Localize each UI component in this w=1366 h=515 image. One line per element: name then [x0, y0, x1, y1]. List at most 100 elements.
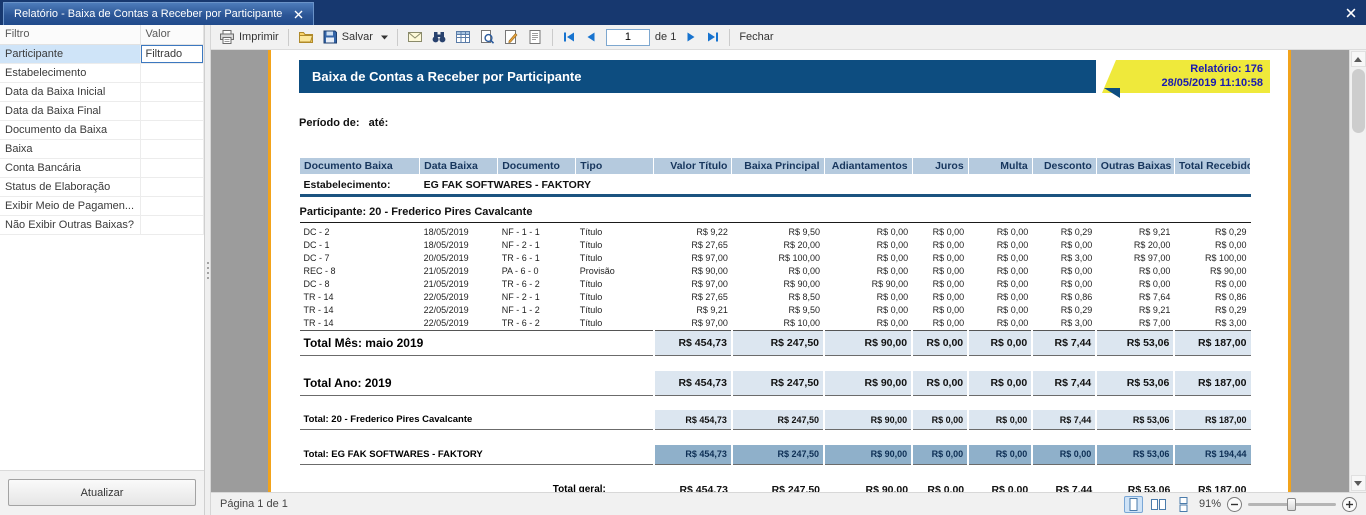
- report-detail-cell: R$ 0,00: [912, 252, 968, 265]
- tabbar-close-icon[interactable]: [1346, 8, 1356, 18]
- filter-row-label[interactable]: Exibir Meio de Pagamen...: [0, 196, 140, 215]
- report-total-row-month: Total Mês: maio 2019R$ 454,73R$ 247,50R$…: [300, 331, 1251, 356]
- filter-row-label[interactable]: Status de Elaboração: [0, 177, 140, 196]
- open-button[interactable]: [295, 27, 317, 47]
- first-page-button[interactable]: [559, 28, 579, 46]
- filter-row-value[interactable]: [140, 215, 204, 234]
- save-button[interactable]: Salvar: [319, 27, 376, 47]
- filter-row-value[interactable]: [140, 196, 204, 215]
- filter-row-label[interactable]: Data da Baixa Final: [0, 101, 140, 120]
- last-page-button[interactable]: [703, 28, 723, 46]
- single-page-view-button[interactable]: [1124, 496, 1143, 513]
- filter-row-label[interactable]: Estabelecimento: [0, 63, 140, 82]
- report-total-cell: R$ 0,00: [912, 445, 968, 465]
- table-view-button[interactable]: [452, 27, 474, 47]
- next-page-button[interactable]: [681, 28, 701, 46]
- minus-icon: [1230, 500, 1239, 509]
- report-detail-cell: DC - 8: [300, 278, 420, 291]
- report-detail-cell: Título: [576, 304, 654, 317]
- filter-row[interactable]: Estabelecimento: [0, 63, 204, 82]
- report-total-label: Total Mês: maio 2019: [300, 331, 654, 356]
- filter-row-value[interactable]: [140, 120, 204, 139]
- filter-row-label[interactable]: Conta Bancária: [0, 158, 140, 177]
- filter-row[interactable]: ParticipanteFiltrado: [0, 44, 204, 63]
- filter-row-label[interactable]: Documento da Baixa: [0, 120, 140, 139]
- scroll-down-button[interactable]: [1351, 475, 1366, 491]
- save-dropdown-button[interactable]: [378, 33, 391, 42]
- filter-row-value[interactable]: Filtrado: [140, 44, 204, 63]
- report-total-cell: R$ 187,00: [1174, 331, 1250, 356]
- report-detail-row: DC - 118/05/2019NF - 2 - 1TítuloR$ 27,65…: [300, 239, 1251, 252]
- filter-row[interactable]: Não Exibir Outras Baixas?: [0, 215, 204, 234]
- zoom-slider[interactable]: [1248, 503, 1336, 506]
- filter-row-value[interactable]: [140, 158, 204, 177]
- search-button[interactable]: [428, 27, 450, 47]
- report-tab[interactable]: Relatório - Baixa de Contas a Receber po…: [3, 2, 314, 25]
- filter-row-value[interactable]: [140, 82, 204, 101]
- filter-row-value[interactable]: [140, 63, 204, 82]
- zoom-preview-button[interactable]: [476, 27, 498, 47]
- last-page-icon: [706, 30, 720, 44]
- prev-page-button[interactable]: [581, 28, 601, 46]
- page-info: Página 1 de 1: [220, 498, 288, 510]
- report-detail-cell: R$ 9,50: [732, 304, 824, 317]
- email-button[interactable]: [404, 27, 426, 47]
- filter-row[interactable]: Documento da Baixa: [0, 120, 204, 139]
- page-setup-button[interactable]: [524, 27, 546, 47]
- vertical-scrollbar[interactable]: [1349, 50, 1366, 492]
- filter-row-value[interactable]: [140, 177, 204, 196]
- report-header-row: Documento BaixaData BaixaDocumentoTipoVa…: [300, 158, 1251, 175]
- zoom-slider-thumb[interactable]: [1287, 498, 1296, 511]
- report-detail-cell: 18/05/2019: [420, 239, 498, 252]
- filter-header-row: Filtro Valor: [0, 25, 204, 44]
- filter-row-label[interactable]: Participante: [0, 44, 140, 63]
- two-pages-view-button[interactable]: [1149, 496, 1168, 513]
- filter-row[interactable]: Baixa: [0, 139, 204, 158]
- filter-row-value[interactable]: [140, 139, 204, 158]
- report-total-cell: R$ 247,50: [732, 331, 824, 356]
- report-page-content: Baixa de Contas a Receber por Participan…: [268, 50, 1291, 492]
- report-totals: Total Mês: maio 2019R$ 454,73R$ 247,50R$…: [300, 331, 1251, 493]
- report-column-header: Multa: [968, 158, 1032, 175]
- report-detail-cell: R$ 0,00: [912, 223, 968, 240]
- filter-row[interactable]: Data da Baixa Final: [0, 101, 204, 120]
- atualizar-button[interactable]: Atualizar: [8, 479, 196, 506]
- edit-button[interactable]: [500, 27, 522, 47]
- report-detail-cell: R$ 0,00: [912, 317, 968, 331]
- page-margin-right: [1288, 50, 1291, 492]
- tab-close-icon[interactable]: [294, 10, 303, 19]
- fechar-button[interactable]: Fechar: [736, 29, 776, 45]
- report-column-header: Baixa Principal: [732, 158, 824, 175]
- report-column-header: Documento: [498, 158, 576, 175]
- filter-row[interactable]: Data da Baixa Inicial: [0, 82, 204, 101]
- report-detail-cell: R$ 90,00: [1174, 265, 1250, 278]
- report-detail-cell: R$ 0,00: [824, 265, 912, 278]
- filter-row[interactable]: Status de Elaboração: [0, 177, 204, 196]
- filter-row-value[interactable]: [140, 101, 204, 120]
- establishment-row: Estabelecimento: EG FAK SOFTWARES - FAKT…: [300, 175, 1251, 196]
- spacer-cell: [300, 395, 1251, 410]
- printer-icon: [219, 29, 235, 45]
- report-page: Baixa de Contas a Receber por Participan…: [268, 50, 1291, 492]
- report-detail-cell: R$ 97,00: [654, 278, 732, 291]
- print-button[interactable]: Imprimir: [216, 27, 282, 47]
- report-detail-cell: R$ 0,00: [824, 304, 912, 317]
- report-total-cell: R$ 187,00: [1174, 371, 1250, 396]
- report-detail-cell: 22/05/2019: [420, 304, 498, 317]
- filter-row-label[interactable]: Data da Baixa Inicial: [0, 82, 140, 101]
- report-detail-cell: R$ 3,00: [1174, 317, 1250, 331]
- report-viewer: Baixa de Contas a Receber por Participan…: [211, 50, 1366, 492]
- filter-row-label[interactable]: Não Exibir Outras Baixas?: [0, 215, 140, 234]
- scroll-thumb[interactable]: [1352, 69, 1365, 133]
- zoom-out-button[interactable]: [1227, 497, 1242, 512]
- scroll-up-button[interactable]: [1351, 51, 1366, 67]
- filter-row-label[interactable]: Baixa: [0, 139, 140, 158]
- continuous-view-button[interactable]: [1174, 496, 1193, 513]
- page-number-input[interactable]: [606, 29, 650, 46]
- report-total-cell: R$ 90,00: [824, 445, 912, 465]
- filter-row[interactable]: Conta Bancária: [0, 158, 204, 177]
- filter-row[interactable]: Exibir Meio de Pagamen...: [0, 196, 204, 215]
- zoom-in-button[interactable]: [1342, 497, 1357, 512]
- report-detail-cell: R$ 0,00: [824, 239, 912, 252]
- report-detail-cell: R$ 20,00: [1096, 239, 1174, 252]
